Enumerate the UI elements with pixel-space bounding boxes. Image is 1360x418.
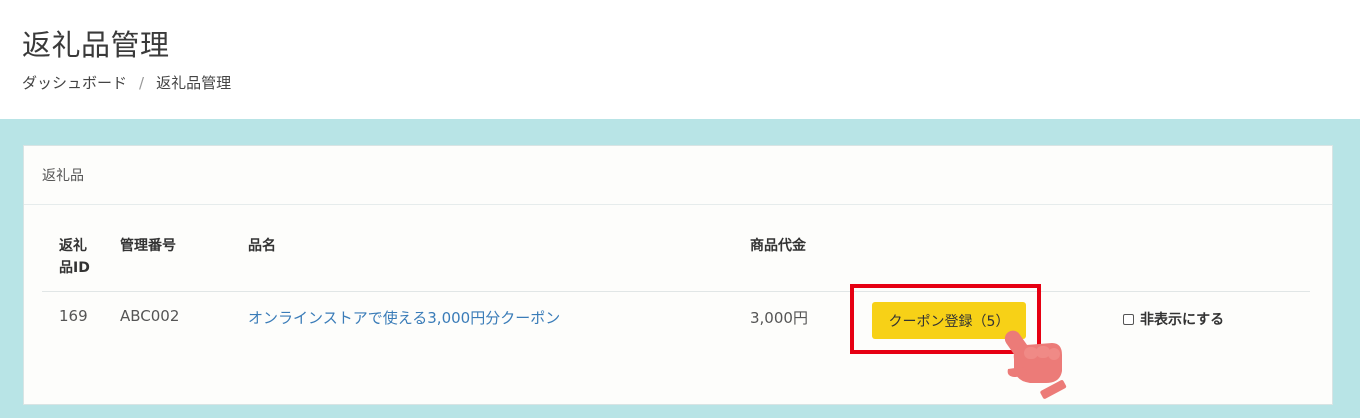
- breadcrumb-separator: /: [139, 73, 145, 92]
- breadcrumb: ダッシュボード / 返礼品管理: [22, 72, 231, 93]
- page-title: 返礼品管理: [22, 28, 170, 62]
- column-header-price: 商品代金: [750, 238, 806, 254]
- gift-name-link[interactable]: オンラインストアで使える3,000円分クーポン: [248, 307, 560, 328]
- cell-price: 3,000円: [750, 309, 808, 327]
- hide-label: 非表示にする: [1140, 312, 1225, 328]
- breadcrumb-current: 返礼品管理: [156, 74, 232, 92]
- card-title: 返礼品: [24, 146, 1332, 205]
- breadcrumb-dashboard[interactable]: ダッシュボード: [22, 72, 127, 93]
- page-header: 返礼品管理 ダッシュボード / 返礼品管理: [0, 0, 1360, 119]
- cell-id: 169: [59, 307, 88, 325]
- table-header: 返礼品ID 管理番号 品名 商品代金: [42, 205, 1310, 292]
- column-header-name: 品名: [248, 238, 276, 254]
- checkbox-icon[interactable]: [1123, 313, 1134, 325]
- hide-toggle[interactable]: 非表示にする: [1123, 309, 1224, 329]
- pointing-hand-icon: [1004, 330, 1067, 399]
- column-header-id: 返礼品ID: [59, 238, 90, 276]
- table-row: 169 ABC002 オンラインストアで使える3,000円分クーポン 3,000…: [42, 292, 1310, 352]
- main-content: 返礼品 返礼品ID 管理番号 品名 商品代金 169 ABC002 オンラインス…: [0, 119, 1360, 418]
- cell-code: ABC002: [120, 307, 180, 325]
- column-header-code: 管理番号: [120, 238, 176, 254]
- gift-card-panel: 返礼品 返礼品ID 管理番号 品名 商品代金 169 ABC002 オンラインス…: [23, 145, 1333, 405]
- gift-table: 返礼品ID 管理番号 品名 商品代金 169 ABC002 オンラインストアで使…: [42, 205, 1310, 352]
